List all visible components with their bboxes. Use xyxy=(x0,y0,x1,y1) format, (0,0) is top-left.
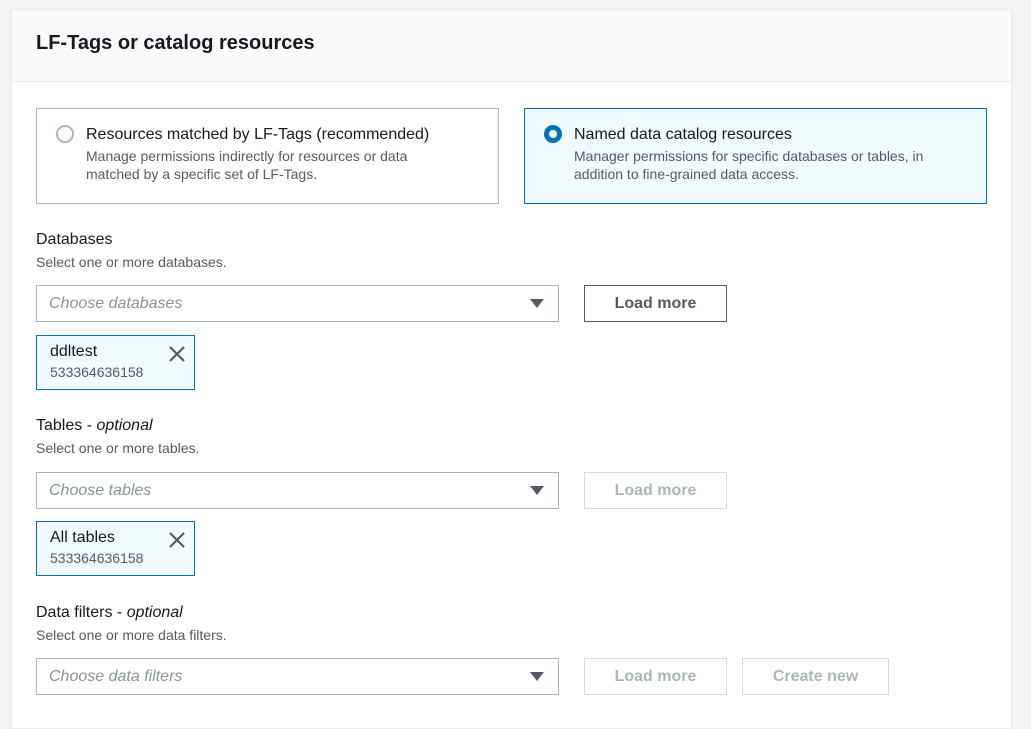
databases-select[interactable]: Choose databases xyxy=(36,285,559,322)
close-icon[interactable] xyxy=(168,345,186,363)
caret-down-icon xyxy=(530,486,544,495)
tile-title: Resources matched by LF-Tags (recommende… xyxy=(86,126,430,143)
databases-load-more-button[interactable]: Load more xyxy=(584,285,727,322)
tables-description: Select one or more tables. xyxy=(36,440,200,456)
tables-placeholder: Choose tables xyxy=(49,481,152,499)
data-filters-placeholder: Choose data filters xyxy=(49,667,183,685)
tile-title: Named data catalog resources xyxy=(574,126,792,143)
token-name: ddltest xyxy=(50,343,98,360)
tables-label-optional: optional xyxy=(96,417,153,434)
tables-label: Tables - optional xyxy=(36,417,153,435)
radio-lf-tags[interactable] xyxy=(56,125,74,143)
panel-header: LF-Tags or catalog resources xyxy=(12,10,1011,82)
data-filters-label-text: Data filters - xyxy=(36,604,127,621)
lf-tags-catalog-panel: LF-Tags or catalog resources Resources m… xyxy=(11,9,1012,729)
tile-desc-line2: addition to fine-grained data access. xyxy=(574,166,799,182)
tile-named-resources[interactable]: Named data catalog resources Manager per… xyxy=(524,108,987,204)
databases-placeholder: Choose databases xyxy=(49,294,183,312)
data-filters-label-optional: optional xyxy=(126,604,183,621)
tables-label-text: Tables - xyxy=(36,417,97,434)
caret-down-icon xyxy=(530,672,544,681)
table-token: All tables 533364636158 xyxy=(36,521,195,576)
tables-load-more-button[interactable]: Load more xyxy=(584,472,727,509)
create-new-data-filter-button[interactable]: Create new xyxy=(742,658,889,695)
token-account: 533364636158 xyxy=(50,364,144,380)
tile-desc-line1: Manage permissions indirectly for resour… xyxy=(86,148,408,164)
data-filters-load-more-button[interactable]: Load more xyxy=(584,658,727,695)
tile-desc-line1: Manager permissions for specific databas… xyxy=(574,148,924,164)
databases-description: Select one or more databases. xyxy=(36,254,227,270)
data-filters-label: Data filters - optional xyxy=(36,604,183,622)
data-filters-description: Select one or more data filters. xyxy=(36,627,227,643)
token-name: All tables xyxy=(50,529,115,546)
database-token: ddltest 533364636158 xyxy=(36,335,195,390)
data-filters-select[interactable]: Choose data filters xyxy=(36,658,559,695)
tile-lf-tags[interactable]: Resources matched by LF-Tags (recommende… xyxy=(36,108,499,204)
caret-down-icon xyxy=(530,299,544,308)
radio-named-resources[interactable] xyxy=(544,125,562,143)
databases-label: Databases xyxy=(36,231,113,248)
close-icon[interactable] xyxy=(168,531,186,549)
tables-select[interactable]: Choose tables xyxy=(36,472,559,509)
tile-desc-line2: matched by a specific set of LF-Tags. xyxy=(86,166,318,182)
token-account: 533364636158 xyxy=(50,550,144,566)
panel-title: LF-Tags or catalog resources xyxy=(36,32,315,54)
